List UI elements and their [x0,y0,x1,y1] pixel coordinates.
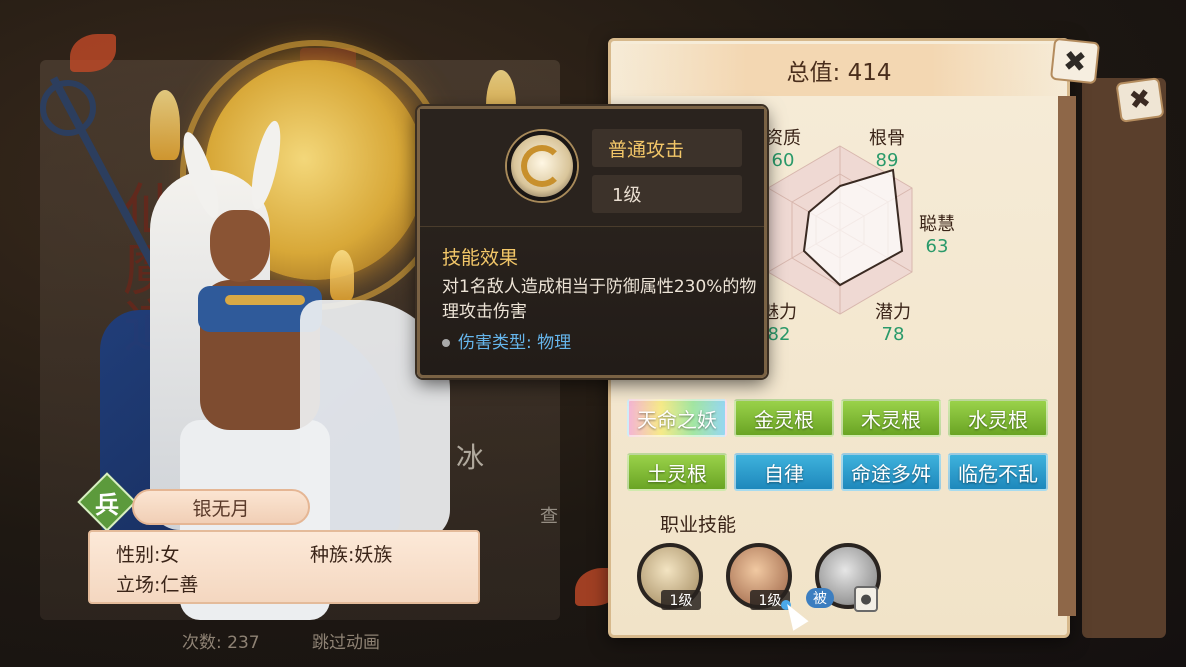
trait-ill-fated[interactable]: 命途多舛 [841,453,941,491]
stat-wisdom: 聪慧 63 [902,210,972,257]
total-value-header: 总值: 414 [608,44,1070,96]
tooltip-skill-level: 1级 [592,175,742,213]
face [210,210,270,282]
close-button[interactable]: ✖ [1049,37,1101,85]
trait-self-discipline[interactable]: 自律 [734,453,834,491]
back-close-icon: ✖ [1115,77,1165,123]
gender-value: 女 [160,544,180,566]
gender-label: 性别: [116,544,161,566]
tooltip-section-title: 技能效果 [442,247,519,269]
skill-tooltip: 普通攻击 1级 技能效果 对1名敌人造成相当于防御属性230%的物理攻击伤害 伤… [417,106,767,378]
stat-potential: 潜力 78 [858,298,928,345]
passive-badge: 被 [806,588,834,608]
trait-calm-in-crisis[interactable]: 临危不乱 [948,453,1048,491]
skill-level-badge: 1级 [661,590,701,610]
necklace [225,295,305,305]
book-back-page [1082,78,1166,638]
book-spine [1058,96,1076,616]
game-scene: 仙魔道 冰 查 次数: 237 跳过动画 兵 银无月 性别:女 种族:妖族 立场… [0,0,1186,667]
race-label: 种族: [310,544,355,566]
rabbit-ear [245,118,287,212]
tooltip-skill-name: 普通攻击 [592,129,742,167]
background-search-text: 查 [540,506,558,527]
character-info-plate: 性别:女 种族:妖族 立场:仁善 [88,530,480,604]
profession-skills-title: 职业技能 [660,514,737,536]
stat-potential-value: 78 [881,324,905,345]
tooltip-description: 对1名敌人造成相当于防御属性230%的物理攻击伤害 [442,277,757,322]
trait-water-root[interactable]: 水灵根 [948,399,1048,437]
trait-wood-root[interactable]: 木灵根 [841,399,941,437]
slash-arc-icon [521,145,563,187]
stat-wisdom-value: 63 [925,236,949,257]
staff-head [40,80,96,136]
character-name: 银无月 [132,489,310,525]
background-skip-animation: 跳过动画 [312,633,380,653]
stat-bone-label: 根骨 [869,128,905,149]
stat-bone: 根骨 89 [852,124,922,171]
stat-potential-label: 潜力 [875,302,911,323]
race-value: 妖族 [354,544,393,566]
trait-earth-root[interactable]: 土灵根 [627,453,727,491]
bullet-icon [442,339,450,347]
race-row: 种族:妖族 [310,540,392,567]
normal-attack-skill-icon [507,131,577,201]
trait-metal-root[interactable]: 金灵根 [734,399,834,437]
trait-tianming-zhiyao[interactable]: 天命之妖 [627,399,727,437]
lock-icon: ● [854,586,878,612]
gender-row: 性别:女 [116,540,179,567]
stat-bone-value: 89 [875,150,899,171]
tooltip-damage-type: 伤害类型: 物理 [458,333,572,353]
stat-wisdom-label: 聪慧 [919,214,955,235]
tooltip-damage-type-row: 伤害类型: 物理 [442,328,571,353]
class-badge-label: 兵 [95,489,119,519]
stance-value: 仁善 [160,574,199,596]
stance-label: 立场: [116,574,161,596]
stance-row: 立场:仁善 [116,570,198,597]
background-count: 次数: 237 [182,633,260,653]
